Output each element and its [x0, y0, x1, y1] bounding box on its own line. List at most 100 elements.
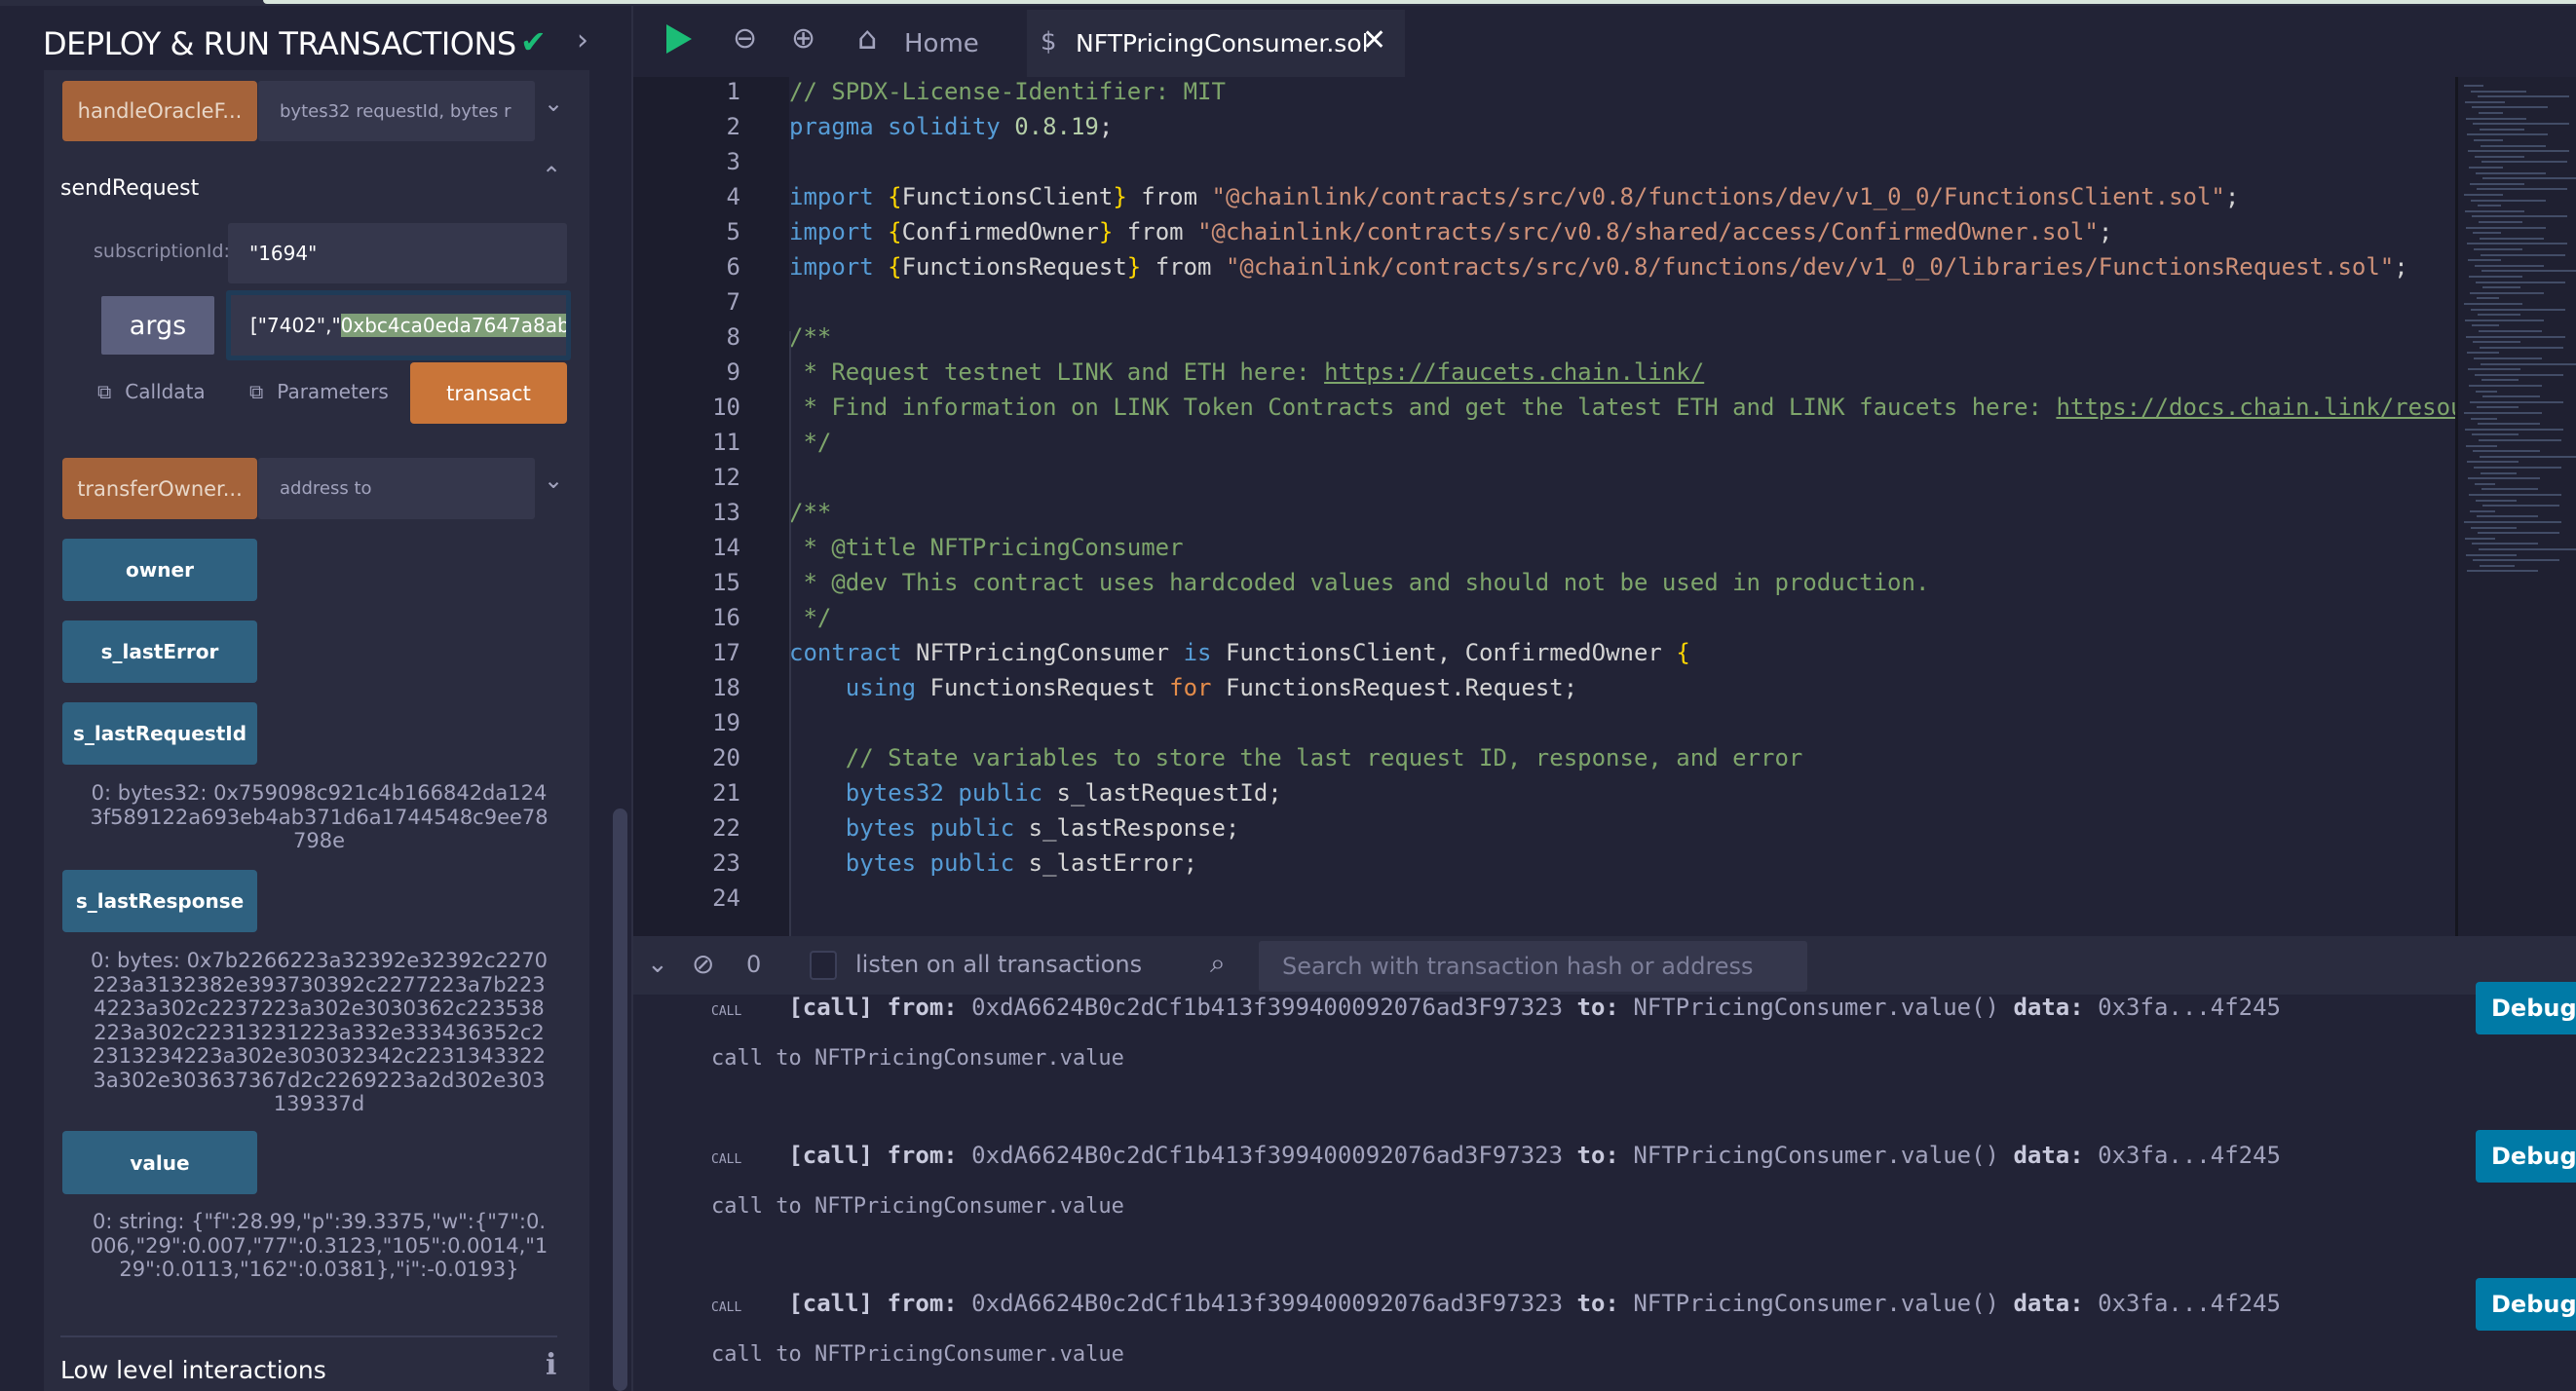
log-kind: [call]: [788, 1142, 874, 1169]
subscription-id-input[interactable]: "1694": [228, 223, 567, 283]
s-last-request-id-button[interactable]: s_lastRequestId: [62, 702, 257, 765]
minimap-line: [2482, 505, 2559, 508]
code-line: pragma solidity 0.8.19;: [789, 113, 1113, 140]
minimap-line: [2477, 297, 2499, 300]
from-address: 0xdA6624B0c2dCf1b413f399400092076ad3F973…: [971, 994, 1564, 1021]
code-token: */: [789, 604, 832, 631]
collapse-terminal-icon[interactable]: ⌄: [647, 950, 668, 979]
to-label: to:: [1576, 994, 1619, 1021]
minimap-line: [2477, 188, 2567, 191]
info-icon[interactable]: i: [546, 1348, 556, 1382]
minimap-line: [2482, 286, 2520, 289]
line-number: 9: [726, 358, 740, 386]
code-line: bytes public s_lastError;: [789, 849, 1197, 877]
code-token: "@chainlink/contracts/src/v0.8/functions…: [1211, 183, 2225, 210]
minimap-line: [2473, 123, 2569, 126]
line-number: 15: [712, 569, 740, 596]
minimap-line: [2481, 488, 2538, 491]
s-last-error-button[interactable]: s_lastError: [62, 620, 257, 683]
panel-scrollbar[interactable]: [613, 808, 627, 1391]
close-tab-icon[interactable]: ✕: [1362, 23, 1386, 57]
minimap-line: [2479, 221, 2522, 223]
code-line: */: [789, 429, 831, 456]
play-icon[interactable]: [666, 24, 692, 54]
minimap-line: [2476, 281, 2565, 283]
data-value: 0x3fa...4f245: [2098, 1290, 2281, 1317]
debug-button[interactable]: Debug: [2476, 982, 2576, 1034]
log-kind: [call]: [788, 1290, 874, 1317]
owner-button[interactable]: owner: [62, 539, 257, 601]
transaction-search-input[interactable]: Search with transaction hash or address: [1259, 941, 1807, 992]
minimap-line: [2480, 346, 2563, 349]
parameters-copy-button[interactable]: ⧉ Parameters: [249, 380, 389, 403]
minimap-line: [2470, 291, 2544, 294]
minimap-line: [2480, 128, 2524, 131]
chevron-down-icon[interactable]: ⌄: [544, 467, 563, 494]
minimap-line: [2472, 215, 2567, 218]
code-line: * Find information on LINK Token Contrac…: [789, 394, 2464, 421]
minimap-line: [2476, 499, 2517, 502]
minimap-line: [2478, 532, 2559, 535]
data-value: 0x3fa...4f245: [2098, 994, 2281, 1021]
listen-all-checkbox[interactable]: [810, 951, 837, 980]
line-number: 18: [712, 674, 740, 701]
minimap-line: [2468, 259, 2501, 262]
value-button[interactable]: value: [62, 1131, 257, 1194]
minimap-line: [2471, 90, 2526, 93]
code-line: using FunctionsRequest for FunctionsRequ…: [789, 674, 1577, 701]
divider: [60, 1335, 557, 1337]
minimap-line: [2481, 362, 2576, 365]
code-token: contract: [789, 639, 917, 666]
send-request-title: sendRequest: [60, 176, 200, 201]
code-line: // State variables to store the last req…: [789, 744, 1803, 771]
to-target: NFTPricingConsumer.value(): [1633, 1290, 1999, 1317]
code-token: {: [1676, 639, 1690, 666]
minimap-line: [2477, 406, 2519, 409]
chevron-up-icon[interactable]: ⌃: [542, 162, 561, 189]
transfer-ownership-input[interactable]: address to: [258, 458, 535, 519]
minimap-line: [2472, 106, 2548, 109]
log-entry-header[interactable]: CALL [call] from: 0xdA6624B0c2dCf1b413f39…: [711, 994, 2281, 1021]
tab-home[interactable]: Home: [904, 29, 979, 58]
log-entry-header[interactable]: CALL [call] from: 0xdA6624B0c2dCf1b413f39…: [711, 1142, 2281, 1169]
call-tag: CALL: [711, 1300, 742, 1315]
to-target: NFTPricingConsumer.value(): [1633, 994, 1999, 1021]
s-last-response-button[interactable]: s_lastResponse: [62, 870, 257, 932]
code-token: using: [789, 674, 930, 701]
log-message: call to NFTPricingConsumer.value: [711, 1194, 1124, 1219]
minimap-line: [2465, 319, 2544, 321]
args-input[interactable]: ["7402"," 0xbc4ca0eda7647a8ab7: [226, 290, 571, 360]
transact-button[interactable]: transact: [410, 362, 567, 424]
debug-button[interactable]: Debug: [2476, 1278, 2576, 1331]
home-icon[interactable]: ⌂: [857, 19, 877, 56]
handle-oracle-fulfillment-button[interactable]: handleOracleF...: [62, 81, 257, 141]
debug-button[interactable]: Debug: [2476, 1130, 2576, 1183]
chevron-right-icon[interactable]: ›: [577, 23, 588, 57]
transfer-ownership-button[interactable]: transferOwner...: [62, 458, 257, 519]
line-number: 11: [712, 429, 740, 456]
minimap-line: [2472, 433, 2519, 436]
minimap-line: [2468, 150, 2569, 153]
minimap-line: [2471, 417, 2497, 420]
zoom-out-icon[interactable]: ⊖: [733, 21, 757, 56]
minimap[interactable]: [2455, 77, 2576, 936]
panel-title: DEPLOY & RUN TRANSACTIONS: [43, 25, 516, 62]
clear-console-icon[interactable]: ⊘: [692, 948, 714, 980]
calldata-copy-button[interactable]: ⧉ Calldata: [97, 380, 206, 403]
code-token: FunctionsRequest: [929, 674, 1170, 701]
chevron-down-icon[interactable]: ⌄: [544, 90, 563, 117]
to-target: NFTPricingConsumer.value(): [1633, 1142, 1999, 1169]
line-number: 19: [712, 709, 740, 736]
log-entry-header[interactable]: CALL [call] from: 0xdA6624B0c2dCf1b413f39…: [711, 1290, 2281, 1317]
minimap-line: [2476, 390, 2497, 393]
code-token: */: [789, 429, 832, 456]
zoom-in-icon[interactable]: ⊕: [791, 21, 815, 56]
args-label: args: [101, 296, 214, 355]
pending-tx-count: 0: [746, 951, 762, 978]
log-kind: [call]: [788, 994, 874, 1021]
minimap-line: [2474, 248, 2522, 250]
handle-oracle-params-input[interactable]: bytes32 requestId, bytes r: [258, 81, 535, 141]
code-token: ;: [2098, 218, 2113, 245]
minimap-line: [2481, 471, 2517, 474]
to-label: to:: [1576, 1290, 1619, 1317]
